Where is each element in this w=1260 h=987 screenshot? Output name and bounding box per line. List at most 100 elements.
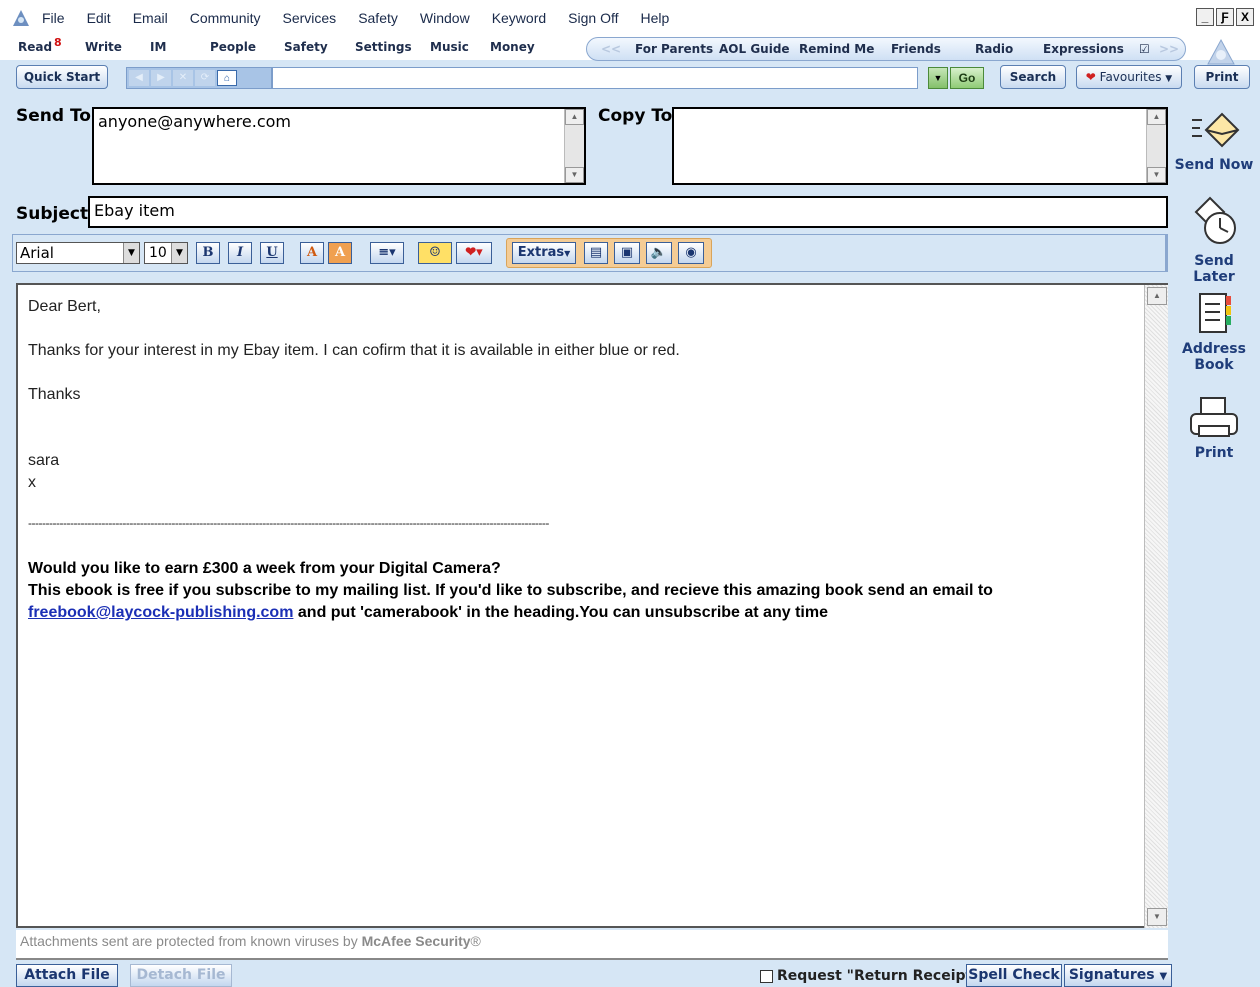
font-value: Arial [20, 244, 54, 262]
menu-keyword[interactable]: Keyword [492, 10, 546, 26]
security-prefix: Attachments sent are protected from know… [20, 933, 358, 949]
text-color-button[interactable]: A [300, 242, 324, 264]
menu-edit[interactable]: Edit [87, 10, 111, 26]
address-book-button[interactable]: Address Book [1172, 290, 1256, 373]
subject-field[interactable]: Ebay item [88, 196, 1168, 228]
nav-money[interactable]: Money [490, 40, 535, 54]
menu-safety[interactable]: Safety [358, 10, 398, 26]
message-scrollbar[interactable]: ▲ ▼ [1144, 285, 1168, 928]
heart-button[interactable]: ❤▾ [456, 242, 492, 264]
body-line-1: Thanks for your interest in my Ebay item… [28, 342, 680, 359]
nav-im[interactable]: IM [150, 40, 166, 54]
minimize-button[interactable]: _ [1196, 8, 1214, 26]
italic-button[interactable]: I [228, 242, 252, 264]
toolbar-print-button[interactable]: Print [1194, 65, 1250, 89]
shortcut-expressions[interactable]: Expressions [1043, 42, 1124, 56]
chevron-down-icon[interactable]: ▼ [123, 243, 139, 263]
shortcut-friends[interactable]: Friends [891, 42, 941, 56]
scroll-up-icon[interactable]: ▲ [1147, 109, 1166, 125]
attach-file-button[interactable]: Attach File [16, 964, 118, 987]
address-dropdown-icon[interactable]: ▼ [928, 67, 948, 89]
menu-services[interactable]: Services [283, 10, 337, 26]
subject-value: Ebay item [94, 201, 175, 220]
close-button[interactable]: X [1236, 8, 1254, 26]
menu-email[interactable]: Email [133, 10, 168, 26]
detach-file-button[interactable]: Detach File [130, 964, 232, 987]
favourites-button[interactable]: ❤ Favourites ▼ [1076, 65, 1182, 89]
quick-start-button[interactable]: Quick Start [16, 65, 108, 89]
underline-button[interactable]: U [260, 242, 284, 264]
chevron-down-icon: ▼ [1159, 971, 1168, 982]
shortcut-radio[interactable]: Radio [975, 42, 1013, 56]
scroll-up-icon[interactable]: ▲ [565, 109, 584, 125]
aol-triangle-icon [1206, 38, 1236, 66]
nav-write[interactable]: Write [85, 40, 122, 54]
back-icon[interactable]: ◀ [129, 70, 149, 86]
menu-bar: File Edit Email Community Services Safet… [0, 0, 1260, 36]
scroll-left-icon[interactable]: << [601, 42, 621, 56]
home-icon[interactable]: ⌂ [217, 70, 237, 86]
promo-line: This ebook is free if you subscribe to m… [28, 582, 993, 599]
stop-icon[interactable]: ✕ [173, 70, 193, 86]
send-to-scrollbar[interactable]: ▲ ▼ [564, 109, 584, 183]
email-link[interactable]: freebook@laycock-publishing.com [28, 604, 293, 621]
nav-people[interactable]: People [210, 40, 256, 54]
font-select[interactable]: Arial ▼ [16, 242, 140, 264]
smiley-button[interactable]: ☺ [418, 242, 452, 264]
extras-button[interactable]: Extras▼ [512, 242, 576, 264]
copy-to-field[interactable] [672, 107, 1168, 185]
return-receipt-option[interactable]: Request "Return Receipt" [760, 968, 980, 984]
insert-photo-button[interactable]: ◉ [678, 242, 704, 264]
menu-window[interactable]: Window [420, 10, 470, 26]
shortcut-remind-me[interactable]: Remind Me [799, 42, 874, 56]
nav-settings[interactable]: Settings [355, 40, 412, 54]
forward-icon[interactable]: ▶ [151, 70, 171, 86]
send-now-button[interactable]: Send Now [1172, 108, 1256, 173]
scroll-down-icon[interactable]: ▼ [1147, 167, 1166, 183]
scroll-up-icon[interactable]: ▲ [1147, 287, 1167, 305]
scroll-down-icon[interactable]: ▼ [565, 167, 584, 183]
background-color-button[interactable]: A [328, 242, 352, 264]
thanks-line: Thanks [28, 386, 81, 403]
promo-tail: and put 'camerabook' in the heading.You … [297, 604, 828, 621]
refresh-icon[interactable]: ⟳ [195, 70, 215, 86]
shortcut-bar: << For Parents AOL Guide Remind Me Frien… [586, 37, 1186, 61]
send-later-button[interactable]: Send Later [1172, 196, 1256, 285]
align-button[interactable]: ≡▾ [370, 242, 404, 264]
nav-read[interactable]: Read 8 [18, 36, 62, 54]
nav-safety[interactable]: Safety [284, 40, 328, 54]
sidebar-print-button[interactable]: Print [1172, 396, 1256, 461]
nav-music[interactable]: Music [430, 40, 469, 54]
menu-help[interactable]: Help [640, 10, 669, 26]
shortcut-aol-guide[interactable]: AOL Guide [719, 42, 790, 56]
copy-to-scrollbar[interactable]: ▲ ▼ [1146, 109, 1166, 183]
menu-file[interactable]: File [42, 10, 65, 26]
subject-label: Subject: [16, 204, 95, 224]
go-button[interactable]: Go [950, 67, 984, 89]
shortcut-for-parents[interactable]: For Parents [635, 42, 713, 56]
bold-button[interactable]: B [196, 242, 220, 264]
insert-table-button[interactable]: ▤ [584, 242, 608, 264]
table-icon: ▤ [589, 245, 603, 260]
signatures-button[interactable]: Signatures ▼ [1064, 964, 1172, 987]
scroll-right-icon[interactable]: >> [1159, 42, 1179, 56]
scroll-down-icon[interactable]: ▼ [1147, 908, 1167, 926]
search-button[interactable]: Search [1000, 65, 1066, 89]
address-input[interactable] [272, 67, 918, 89]
camera-icon: ◉ [685, 245, 697, 260]
insert-sound-button[interactable]: 🔈 [646, 242, 672, 264]
font-size-select[interactable]: 10 ▼ [144, 242, 188, 264]
menu-sign-off[interactable]: Sign Off [568, 10, 618, 26]
return-receipt-checkbox[interactable] [760, 969, 773, 983]
spell-check-button[interactable]: Spell Check [966, 964, 1062, 987]
promo-link-line: freebook@laycock-publishing.com and put … [28, 604, 828, 622]
menu-community[interactable]: Community [190, 10, 261, 26]
send-later-label: Send Later [1193, 253, 1235, 285]
chevron-down-icon[interactable]: ▼ [171, 243, 187, 263]
send-to-field[interactable]: anyone@anywhere.com [92, 107, 586, 185]
send-now-label: Send Now [1174, 157, 1254, 173]
insert-image-button[interactable]: ▣ [614, 242, 640, 264]
restore-button[interactable]: Ƒ [1216, 8, 1234, 26]
checkmark-icon[interactable]: ☑ [1139, 42, 1150, 56]
promo-title: Would you like to earn £300 a week from … [28, 560, 501, 577]
